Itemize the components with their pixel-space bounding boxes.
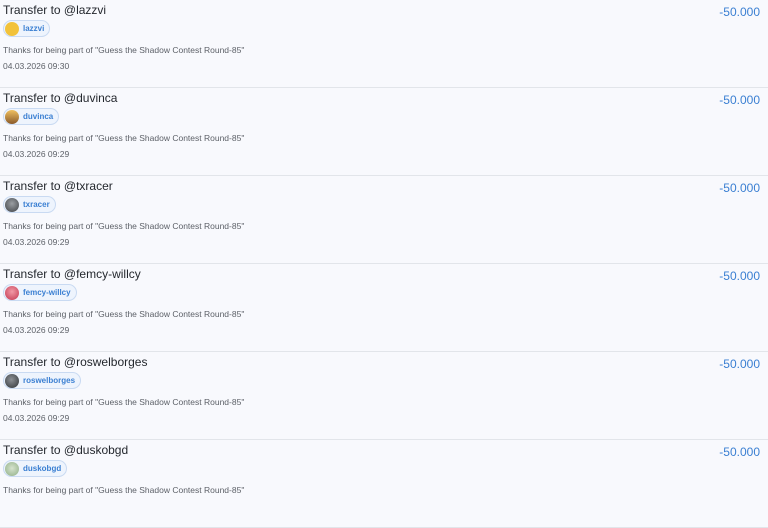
transfer-memo: Thanks for being part of "Guess the Shad… (3, 397, 245, 407)
transfer-memo: Thanks for being part of "Guess the Shad… (3, 309, 245, 319)
transfer-row: Transfer to @roswelborges -50.000 roswel… (0, 352, 768, 440)
avatar (5, 373, 19, 388)
user-chip-name: femcy-willcy (23, 288, 71, 297)
transfer-row: Transfer to @duvinca -50.000 duvinca Tha… (0, 88, 768, 176)
avatar (5, 285, 19, 300)
transfer-amount: -50.000 (719, 181, 760, 195)
user-chip[interactable]: txracer (3, 196, 56, 213)
transfer-list: Transfer to @lazzvi -50.000 lazzvi Thank… (0, 0, 768, 528)
transfer-row: Transfer to @lazzvi -50.000 lazzvi Thank… (0, 0, 768, 88)
transfer-memo: Thanks for being part of "Guess the Shad… (3, 45, 245, 55)
transfer-row: Transfer to @duskobgd -50.000 duskobgd T… (0, 440, 768, 528)
transfer-date: 04.03.2026 09:29 (3, 149, 70, 159)
transfer-memo: Thanks for being part of "Guess the Shad… (3, 485, 245, 495)
user-chip-name: duvinca (23, 112, 54, 121)
transfer-amount: -50.000 (719, 93, 760, 107)
transfer-date: 04.03.2026 09:29 (3, 237, 70, 247)
transfer-amount: -50.000 (719, 357, 760, 371)
transfer-date: 04.03.2026 09:29 (3, 413, 70, 423)
transfer-title: Transfer to @txracer (3, 179, 113, 193)
user-chip[interactable]: duvinca (3, 108, 60, 125)
transfer-row: Transfer to @femcy-willcy -50.000 femcy-… (0, 264, 768, 352)
transfer-memo: Thanks for being part of "Guess the Shad… (3, 133, 245, 143)
user-chip-name: lazzvi (23, 24, 45, 33)
avatar (5, 21, 19, 36)
transfer-amount: -50.000 (719, 269, 760, 283)
transfer-row: Transfer to @txracer -50.000 txracer Tha… (0, 176, 768, 264)
avatar (5, 461, 19, 476)
user-chip-name: roswelborges (23, 376, 76, 385)
transfer-memo: Thanks for being part of "Guess the Shad… (3, 221, 245, 231)
user-chip[interactable]: roswelborges (3, 372, 82, 389)
user-chip-name: duskobgd (23, 464, 62, 473)
avatar (5, 197, 19, 212)
transfer-date: 04.03.2026 09:29 (3, 325, 70, 335)
user-chip-name: txracer (23, 200, 50, 209)
transfer-date: 04.03.2026 09:30 (3, 61, 70, 71)
user-chip[interactable]: lazzvi (3, 20, 51, 37)
transfer-title: Transfer to @lazzvi (3, 3, 107, 17)
transfer-amount: -50.000 (719, 5, 760, 19)
transfer-title: Transfer to @femcy-willcy (3, 267, 141, 281)
transfer-title: Transfer to @roswelborges (3, 355, 148, 369)
transfer-title: Transfer to @duvinca (3, 91, 118, 105)
transfer-amount: -50.000 (719, 445, 760, 459)
transfer-title: Transfer to @duskobgd (3, 443, 129, 457)
user-chip[interactable]: femcy-willcy (3, 284, 77, 301)
user-chip[interactable]: duskobgd (3, 460, 68, 477)
avatar (5, 109, 19, 124)
